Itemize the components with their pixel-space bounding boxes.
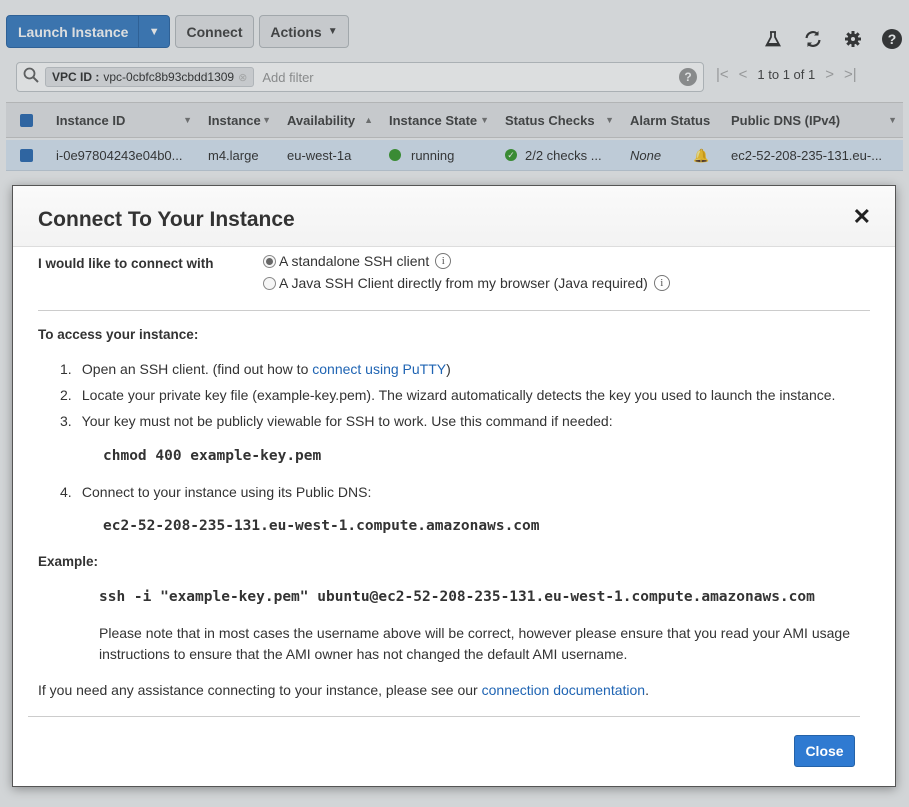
step-1: 1. Open an SSH client. (find out how to … — [60, 361, 451, 377]
radio-java-ssh[interactable] — [263, 276, 276, 290]
close-icon[interactable]: ✕ — [853, 206, 871, 228]
public-dns-value: ec2-52-208-235-131.eu-west-1.compute.ama… — [103, 518, 540, 534]
option-java-ssh-label: A Java SSH Client directly from my brows… — [279, 275, 648, 291]
ssh-example-command: ssh -i "example-key.pem" ubuntu@ec2-52-2… — [99, 589, 815, 605]
radio-standalone-ssh[interactable] — [263, 254, 276, 268]
connect-instance-dialog: Connect To Your Instance ✕ I would like … — [12, 185, 896, 787]
divider — [38, 310, 870, 311]
step-2-text: Locate your private key file (example-ke… — [81, 387, 836, 403]
option-standalone-ssh[interactable]: A standalone SSH client i — [263, 253, 452, 269]
putty-link[interactable]: connect using PuTTY — [312, 361, 446, 377]
assist-text: If you need any assistance connecting to… — [38, 682, 478, 698]
step-number: 2. — [60, 387, 72, 403]
footer-divider — [28, 716, 860, 717]
close-button[interactable]: Close — [794, 735, 855, 767]
step-1-text: Open an SSH client. (find out how to — [81, 361, 309, 377]
assistance-text: If you need any assistance connecting to… — [38, 682, 649, 698]
step-1-end: ) — [446, 361, 451, 377]
dialog-title: Connect To Your Instance — [38, 208, 295, 231]
connection-method: I would like to connect with A standalon… — [38, 248, 870, 310]
info-icon[interactable]: i — [435, 253, 452, 269]
info-icon[interactable]: i — [653, 275, 670, 291]
dialog-body: I would like to connect with A standalon… — [28, 248, 870, 717]
connection-documentation-link[interactable]: connection documentation — [482, 682, 645, 698]
access-heading: To access your instance: — [38, 327, 199, 342]
step-3: 3. Your key must not be publicly viewabl… — [60, 413, 613, 429]
step-number: 1. — [60, 361, 72, 377]
step-2: 2. Locate your private key file (example… — [60, 387, 835, 403]
assist-end: . — [645, 682, 649, 698]
dialog-header: Connect To Your Instance ✕ — [13, 186, 895, 247]
connect-with-label: I would like to connect with — [38, 256, 214, 271]
step-3-text: Your key must not be publicly viewable f… — [81, 413, 613, 429]
step-4-text: Connect to your instance using its Publi… — [81, 484, 372, 500]
step-number: 3. — [60, 413, 72, 429]
username-note: Please note that in most cases the usern… — [99, 625, 850, 662]
option-java-ssh[interactable]: A Java SSH Client directly from my brows… — [263, 275, 670, 291]
example-heading: Example: — [38, 554, 99, 569]
option-standalone-ssh-label: A standalone SSH client — [279, 253, 430, 269]
step-4: 4. Connect to your instance using its Pu… — [60, 484, 371, 500]
step-number: 4. — [60, 484, 72, 500]
chmod-command: chmod 400 example-key.pem — [103, 448, 322, 464]
